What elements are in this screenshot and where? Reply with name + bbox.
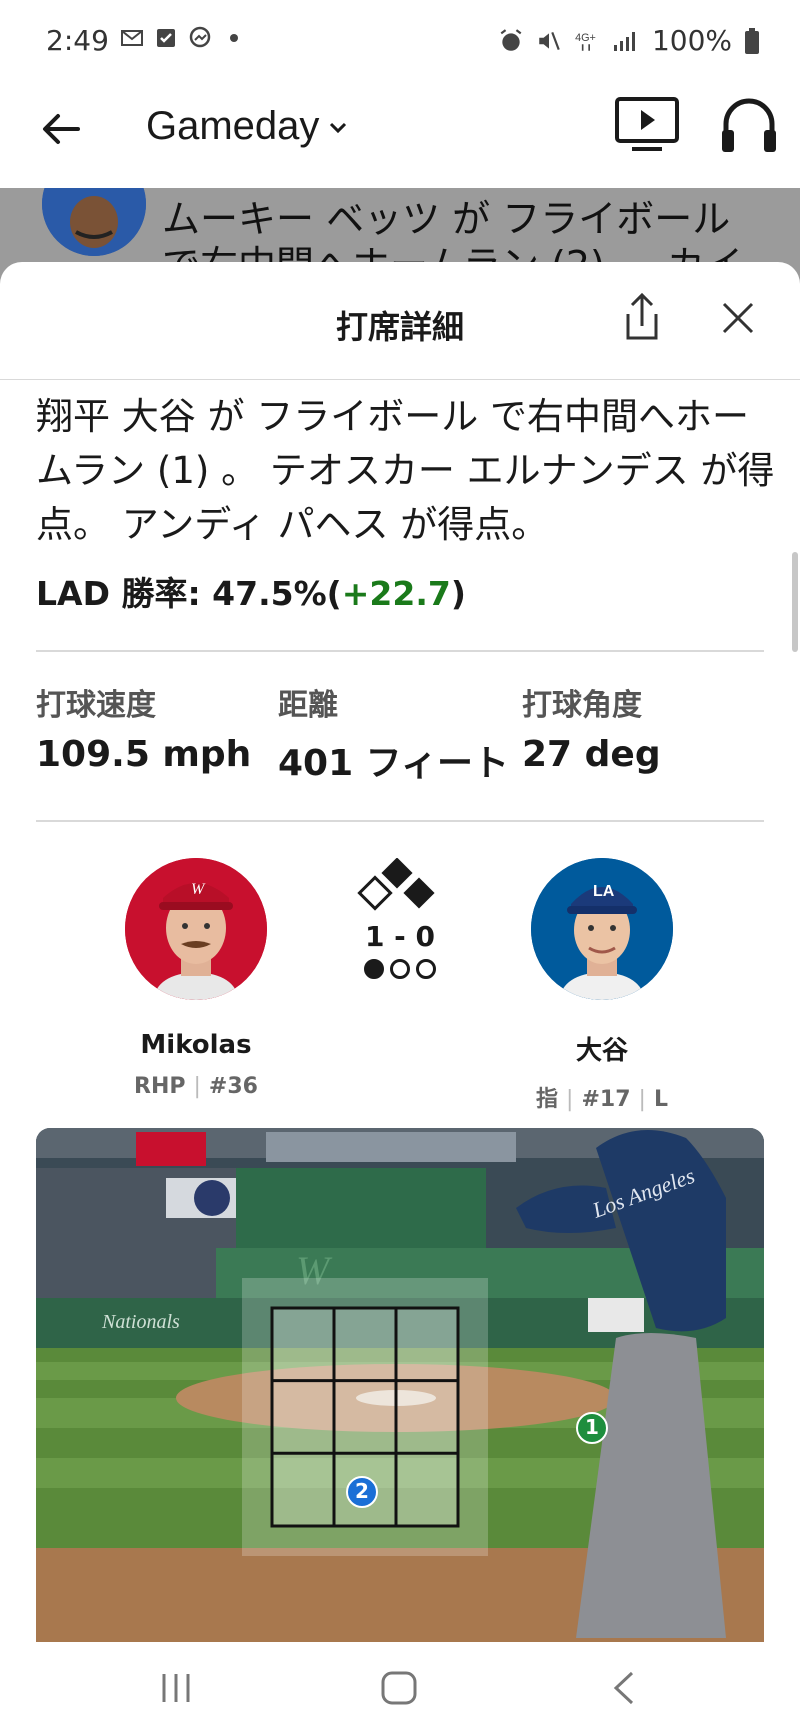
gmail-icon: [121, 30, 143, 46]
status-time: 2:49: [46, 24, 109, 57]
4g-icon: 4G+: [575, 32, 596, 51]
battery-percent: 100%: [651, 24, 732, 57]
win-prob-paren-close: ): [450, 574, 466, 613]
pitcher-name: Mikolas: [140, 1030, 252, 1060]
stat-exit-velocity: 打球速度 109.5 mph: [36, 688, 252, 775]
second-base: [381, 857, 413, 889]
out-dot: [364, 959, 384, 979]
sheet-header: 打席詳細: [0, 262, 800, 380]
app-title: Gameday: [146, 104, 320, 148]
back-arrow-icon[interactable]: [38, 106, 84, 152]
gameday-dropdown[interactable]: Gameday: [146, 104, 349, 149]
hit-stats: 打球速度 109.5 mph 距離 401 フィート 打球角度 27 deg: [36, 680, 776, 784]
win-prob-team: LAD: [36, 574, 110, 613]
play-description: 翔平 大谷 が フライボール で右中間へホームラン (1) 。 テオスカー エル…: [36, 395, 775, 546]
svg-text:Nationals: Nationals: [101, 1311, 180, 1333]
batter-card[interactable]: LA 大谷 指 | #17 | L: [502, 858, 702, 1113]
pitch-location-view: Nationals W Los Angeles 1 2: [36, 1128, 764, 1642]
outs-indicator: [350, 959, 450, 979]
win-prob-change: +22.7: [341, 574, 451, 613]
system-nav-bar: [0, 1642, 800, 1732]
win-prob-label: 勝率:: [121, 574, 201, 613]
feed-player-avatar: [42, 188, 146, 256]
pitcher-card[interactable]: W Mikolas RHP | #36: [96, 858, 296, 1099]
signal-icon: [613, 31, 635, 51]
stat-launch-angle: 打球角度 27 deg: [522, 688, 661, 775]
svg-text:W: W: [191, 881, 206, 898]
dot-icon: [230, 34, 238, 42]
batter-avatar: LA: [531, 858, 673, 1000]
win-prob-value: 47.5%: [212, 574, 327, 613]
pitcher-meta: RHP | #36: [134, 1074, 258, 1099]
alarm-icon: [500, 28, 522, 51]
balls-strikes: 1 - 0: [364, 920, 436, 953]
chevron-down-icon: [330, 122, 347, 133]
count-indicator: 1 - 0: [350, 857, 450, 979]
home-icon[interactable]: [380, 1670, 418, 1706]
close-icon[interactable]: [718, 298, 758, 338]
svg-text:4G+: 4G+: [575, 32, 596, 44]
at-bat-detail-sheet: 打席詳細 翔平 大谷 が フライボール で右中間へホームラン (1) 。 テオス…: [0, 262, 800, 1642]
battery-icon: [745, 27, 759, 54]
win-probability: LAD 勝率: 47.5%(+22.7): [36, 567, 466, 615]
svg-text:LA: LA: [593, 883, 615, 900]
status-right: 4G+ 100%: [498, 24, 760, 57]
back-nav-icon[interactable]: [610, 1670, 638, 1706]
divider: [36, 650, 764, 652]
app-header: Gameday: [0, 84, 800, 188]
divider: [36, 820, 764, 822]
third-base: [357, 875, 393, 911]
headphones-icon[interactable]: [718, 94, 780, 156]
share-icon[interactable]: [620, 292, 664, 342]
messenger-icon: [189, 26, 211, 48]
out-dot: [390, 959, 410, 979]
checkbox-icon: [157, 29, 175, 47]
batter-name: 大谷: [575, 1036, 628, 1066]
scrollbar[interactable]: [792, 552, 798, 652]
status-left-icons: [120, 26, 246, 50]
stat-distance: 距離 401 フィート: [278, 688, 509, 784]
sheet-title: 打席詳細: [335, 308, 464, 346]
mute-icon: [539, 31, 560, 50]
status-bar: 2:49 4G+ 100%: [0, 0, 800, 84]
win-prob-paren-open: (: [326, 574, 342, 613]
pitch-marker-2[interactable]: 2: [346, 1476, 378, 1508]
pitch-marker-1[interactable]: 1: [576, 1412, 608, 1444]
video-play-icon[interactable]: [614, 96, 680, 156]
out-dot: [416, 959, 436, 979]
batter-meta: 指 | #17 | L: [536, 1087, 668, 1112]
bases-diamond-icon: [357, 857, 435, 911]
first-base: [403, 877, 435, 909]
stadium-image: Nationals W Los Angeles: [36, 1128, 764, 1642]
pitcher-avatar: W: [125, 858, 267, 1000]
recent-apps-icon[interactable]: [158, 1670, 194, 1706]
